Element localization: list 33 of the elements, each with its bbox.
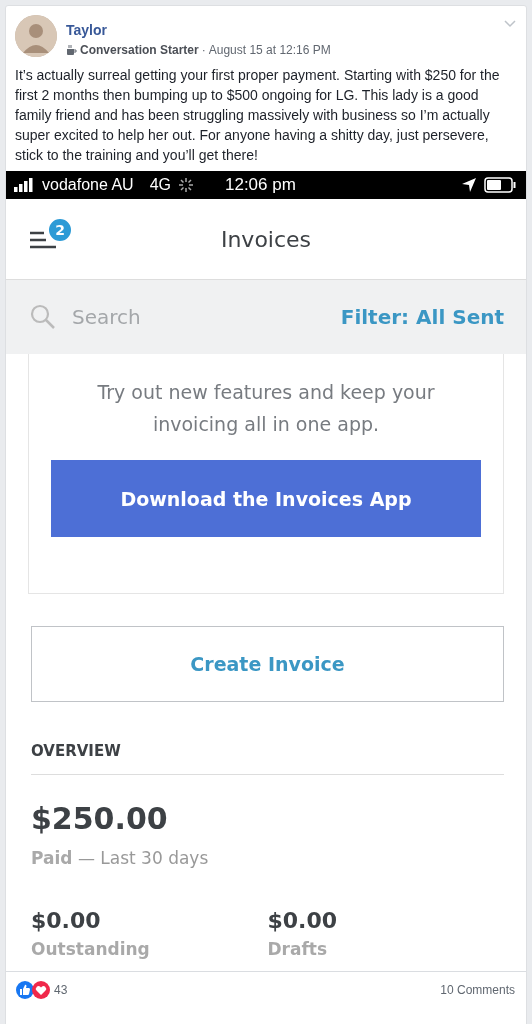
promo-text: Try out new features and keep your invoicing all in one app.	[96, 380, 436, 437]
avatar[interactable]	[15, 15, 57, 57]
stat-amount: $0.00	[267, 908, 339, 933]
search-icon	[30, 304, 56, 330]
author-name[interactable]: Taylor	[66, 22, 107, 38]
chevron-down-icon[interactable]	[504, 20, 516, 28]
member-label: Conversation Starter	[80, 43, 199, 57]
signal-icon	[14, 178, 34, 192]
post-time[interactable]: August 15 at 12:16 PM	[208, 43, 331, 57]
separator-dot: ·	[201, 43, 206, 57]
download-app-button[interactable]: Download the Invoices App	[51, 460, 481, 537]
create-invoice-button[interactable]: Create Invoice	[31, 626, 504, 702]
section-heading: OVERVIEW	[31, 742, 504, 775]
search-field[interactable]: Search	[70, 304, 274, 330]
notification-badge: 2	[47, 217, 73, 243]
paid-label: Paid	[31, 848, 73, 868]
location-arrow-icon	[462, 178, 476, 192]
post-text: It’s actually surreal getting your first proper payment. Starting with $250 for the first 2 months then bumping up to $500 ongoing for LG. This lady is a good family friend and has been struggling massively with business so I’m actually super excited to help her out. For anyone having a shitty day, just persevere, stick to the training and you’ll get there!	[15, 66, 501, 165]
reaction-count[interactable]: 43	[54, 983, 68, 997]
period-label: — Last 30 days	[77, 848, 209, 868]
screen-title: Invoices	[220, 226, 312, 252]
stat-label: Outstanding	[31, 939, 151, 959]
carrier-name: vodafone AU	[42, 176, 134, 194]
network-type: 4G	[149, 176, 171, 194]
comments-link[interactable]: 10 Comments	[440, 983, 515, 997]
stat-amount: $0.00	[31, 908, 102, 933]
battery-icon	[484, 177, 516, 193]
paid-amount: $250.00	[31, 801, 169, 836]
loading-icon	[178, 178, 193, 192]
clock-time: 12:06 pm	[224, 175, 296, 195]
coffee-cup-icon	[66, 44, 77, 56]
like-icon	[16, 981, 34, 999]
stat-label: Drafts	[267, 939, 329, 959]
